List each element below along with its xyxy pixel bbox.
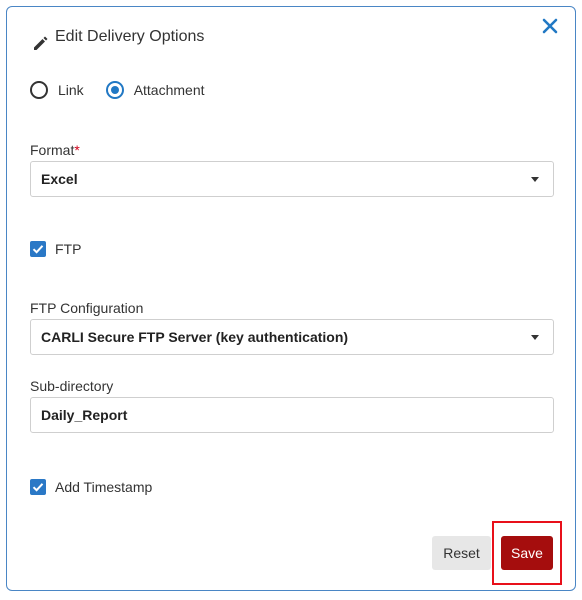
dialog-title: Edit Delivery Options	[55, 28, 205, 45]
link-radio[interactable]	[30, 81, 48, 99]
format-select[interactable]: Excel	[30, 161, 554, 197]
checkmark-icon	[32, 245, 44, 254]
add-timestamp-checkbox[interactable]	[30, 479, 46, 495]
format-label: Format*	[30, 142, 80, 158]
chevron-down-icon	[531, 335, 539, 340]
reset-button[interactable]: Reset	[432, 536, 491, 570]
ftp-configuration-select[interactable]: CARLI Secure FTP Server (key authenticat…	[30, 319, 554, 355]
chevron-down-icon	[531, 177, 539, 182]
ftp-checkbox-row: FTP	[30, 239, 81, 259]
save-button[interactable]: Save	[501, 536, 553, 570]
sub-directory-input[interactable]: Daily_Report	[30, 397, 554, 433]
add-timestamp-label: Add Timestamp	[55, 479, 153, 495]
format-select-value: Excel	[41, 171, 78, 187]
ftp-checkbox[interactable]	[30, 241, 46, 257]
close-icon[interactable]	[541, 17, 559, 35]
ftp-checkbox-label: FTP	[55, 241, 82, 257]
delivery-mode-radio-group: Link Attachment	[30, 79, 227, 101]
required-marker: *	[74, 142, 80, 158]
format-label-text: Format	[30, 142, 75, 158]
link-radio-label: Link	[58, 82, 84, 98]
attachment-radio[interactable]	[105, 81, 124, 99]
sub-directory-label: Sub-directory	[30, 378, 114, 394]
checkmark-icon	[32, 483, 44, 492]
attachment-radio-label: Attachment	[133, 82, 205, 98]
ftp-configuration-value: CARLI Secure FTP Server (key authenticat…	[41, 329, 349, 345]
pencil-icon	[34, 36, 48, 50]
ftp-configuration-label: FTP Configuration	[30, 300, 144, 316]
add-timestamp-checkbox-row: Add Timestamp	[30, 477, 152, 497]
